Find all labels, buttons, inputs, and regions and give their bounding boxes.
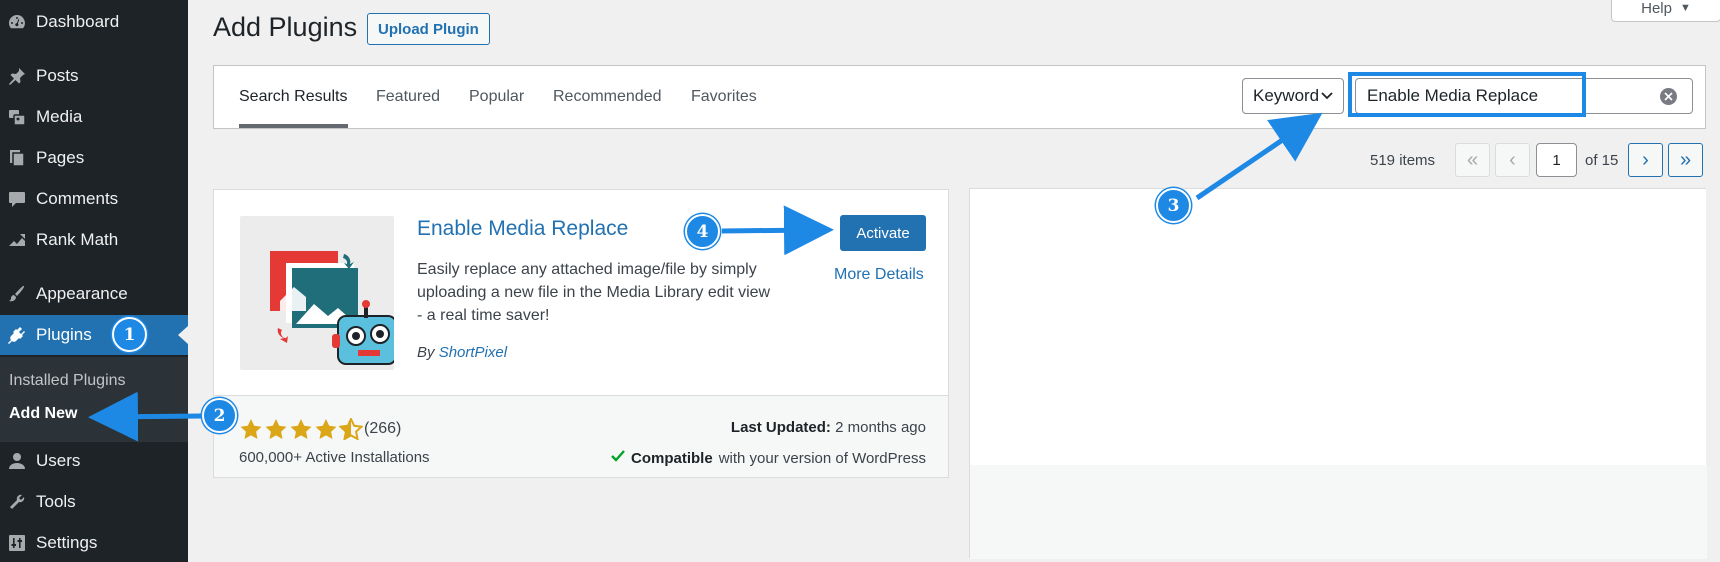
author-prefix: By [417, 344, 435, 361]
active-installs: 600,000+ Active Installations [239, 449, 430, 466]
last-page-button[interactable]: » [1668, 143, 1703, 177]
arrow-3 [1195, 112, 1323, 201]
sidebar-item-label: Comments [36, 189, 119, 208]
compat-rest: with your version of WordPress [718, 449, 926, 467]
page-title: Add Plugins [213, 12, 358, 42]
plugin-card-footer: (266) 600,000+ Active Installations Last… [214, 395, 948, 477]
empty-card-area [969, 188, 1707, 559]
sidebar-item-label: Appearance [36, 284, 128, 303]
search-input[interactable] [1355, 78, 1693, 114]
first-page-button[interactable]: « [1455, 143, 1490, 177]
sidebar-item-comments[interactable]: Comments [0, 179, 188, 219]
star-full-icon [265, 419, 287, 439]
annotation-badge-2: 2 [202, 398, 237, 433]
sidebar-item-label: Settings [36, 533, 98, 552]
dashboard-icon [0, 12, 36, 32]
sidebar-item-media[interactable]: Media [0, 97, 188, 137]
tab-search-results[interactable]: Search Results [239, 66, 348, 128]
sidebar-item-label: Dashboard [36, 12, 120, 31]
brush-icon [0, 284, 36, 304]
user-icon [0, 451, 36, 471]
sidebar-item-tools[interactable]: Tools [0, 482, 188, 522]
tab-featured[interactable]: Featured [376, 66, 440, 128]
more-details-link[interactable]: More Details [834, 266, 924, 284]
last-updated-value: 2 months ago [835, 419, 926, 436]
sidebar-item-label: Media [36, 107, 83, 126]
last-updated: Last Updated: 2 months ago [731, 419, 926, 436]
plugin-author: By ShortPixel [417, 344, 507, 361]
plugin-description: Easily replace any attached image/file b… [417, 261, 771, 324]
search-type-value: Keyword [1253, 86, 1320, 105]
plugin-name-link[interactable]: Enable Media Replace [417, 217, 628, 241]
caret-down-icon: ▼ [1679, 2, 1691, 14]
tab-popular[interactable]: Popular [469, 66, 524, 128]
sidebar-item-label: Rank Math [36, 230, 119, 249]
upload-plugin-button[interactable]: Upload Plugin [367, 13, 490, 45]
sidebar-item-label: Pages [36, 148, 85, 167]
sliders-icon [0, 533, 36, 553]
chevron-down-icon [1319, 87, 1335, 108]
sidebar-item-pages[interactable]: Pages [0, 138, 188, 178]
clear-search-icon[interactable] [1660, 88, 1677, 105]
current-page-input[interactable] [1536, 143, 1577, 177]
star-full-icon [240, 419, 262, 439]
star-half-icon [339, 418, 363, 440]
next-page-button[interactable]: › [1628, 143, 1663, 177]
tab-recommended[interactable]: Recommended [553, 66, 662, 128]
pages-icon [0, 148, 36, 168]
sidebar-item-label: Tools [36, 492, 76, 511]
empty-card-footer [970, 465, 1707, 559]
star-rating [239, 418, 363, 440]
items-count: 519 items [1370, 152, 1436, 169]
sidebar-item-plugins[interactable]: Plugins [0, 315, 188, 355]
annotation-badge-1: 1 [112, 317, 147, 352]
sidebar-item-label: Posts [36, 66, 79, 85]
wrench-icon [0, 492, 36, 512]
prev-page-button[interactable]: ‹ [1495, 143, 1530, 177]
star-full-icon [315, 419, 337, 439]
star-full-icon [290, 419, 312, 439]
comment-icon [0, 189, 36, 209]
plugin-thumbnail[interactable] [240, 216, 394, 370]
sidebar-item-users[interactable]: Users [0, 441, 188, 481]
plugins-submenu: Installed Plugins Add New [0, 357, 188, 442]
plugin-filter-bar: Search Results Featured Popular Recommen… [213, 65, 1706, 129]
last-updated-label: Last Updated: [730, 419, 831, 436]
author-link[interactable]: ShortPixel [439, 344, 507, 361]
chart-icon [0, 230, 36, 250]
sidebar-item-appearance[interactable]: Appearance [0, 274, 188, 314]
sidebar-item-label: Users [36, 451, 81, 470]
sidebar-item-settings[interactable]: Settings [0, 523, 188, 562]
submenu-installed-plugins[interactable]: Installed Plugins [9, 372, 126, 390]
sidebar-item-rank-math[interactable]: Rank Math [0, 220, 188, 260]
search-type-select[interactable]: Keyword [1242, 78, 1344, 114]
compatibility: Compatible with your version of WordPres… [611, 449, 926, 467]
checkmark-icon [611, 449, 625, 467]
plug-icon [0, 325, 36, 345]
total-pages: of 15 [1585, 152, 1619, 169]
annotation-badge-4: 4 [685, 214, 720, 249]
plugin-card: Enable Media Replace Easily replace any … [213, 189, 949, 478]
admin-sidebar: Dashboard Posts Media Pages Comments Ran… [0, 0, 188, 562]
compat-strong: Compatible [631, 449, 713, 467]
media-icon [0, 107, 36, 127]
annotation-badge-3: 3 [1156, 188, 1191, 223]
sidebar-item-posts[interactable]: Posts [0, 56, 188, 96]
sidebar-item-label: Plugins [36, 325, 92, 344]
sidebar-item-dashboard[interactable]: Dashboard [0, 2, 188, 42]
rating-count[interactable]: (266) [364, 420, 401, 438]
activate-button[interactable]: Activate [840, 215, 926, 251]
help-button[interactable]: Help ▼ [1611, 0, 1720, 22]
pin-icon [0, 66, 36, 86]
submenu-add-new[interactable]: Add New [9, 405, 77, 423]
tab-favorites[interactable]: Favorites [691, 66, 757, 128]
help-label: Help [1641, 0, 1672, 17]
